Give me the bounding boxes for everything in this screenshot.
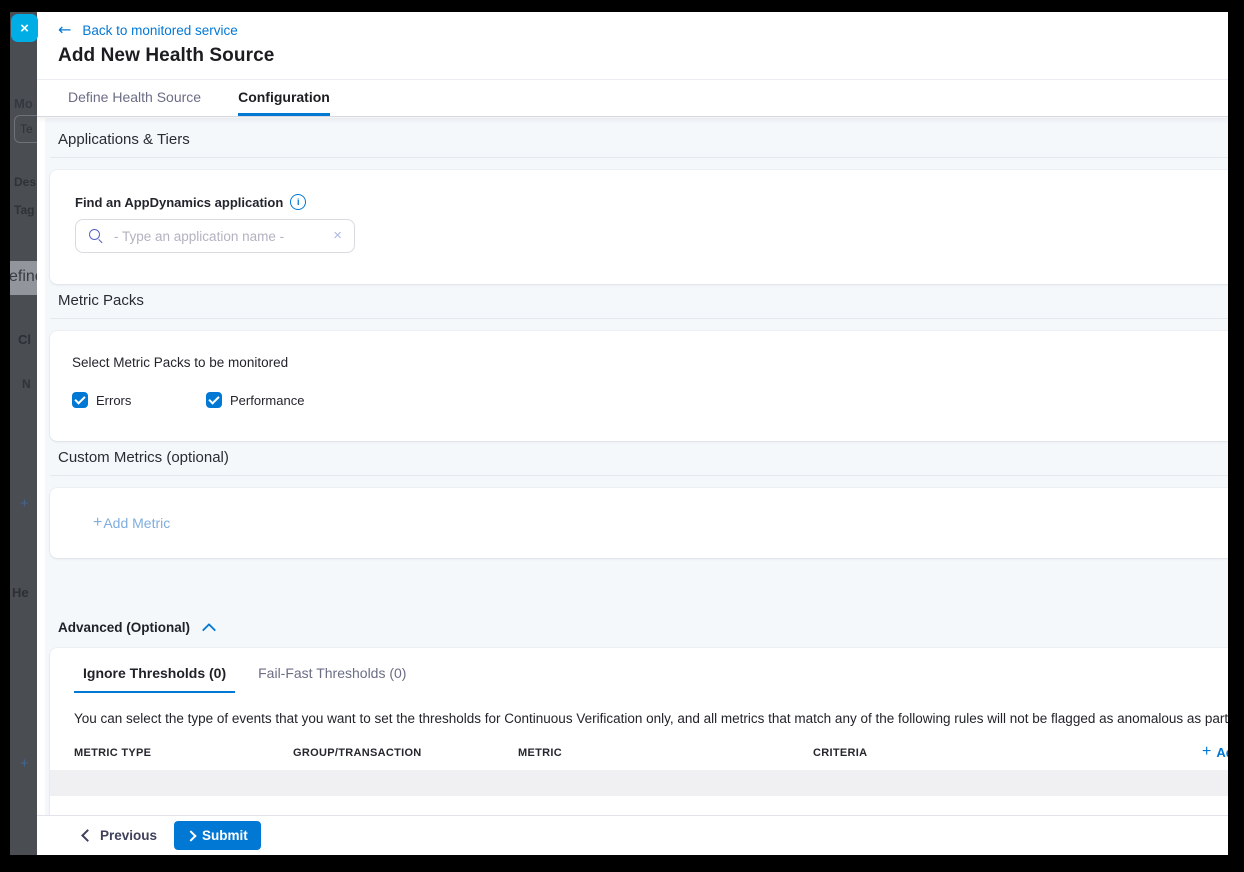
metric-packs-card: Select Metric Packs to be monitored Erro… (50, 331, 1244, 441)
applications-tiers-card: Find an AppDynamics application i × (50, 170, 1244, 284)
info-icon[interactable]: i (290, 194, 306, 210)
checkbox-checked-icon[interactable] (72, 392, 88, 408)
checkbox-option-errors[interactable]: Errors (72, 392, 206, 408)
underlay-text-fragment: Des (14, 175, 36, 189)
advanced-heading-label: Advanced (Optional) (58, 620, 190, 635)
previous-button[interactable]: Previous (83, 828, 157, 843)
checkbox-checked-icon[interactable] (206, 392, 222, 408)
add-health-source-drawer: ← Back to monitored service Add New Heal… (37, 12, 1244, 855)
underlay-plus-fragment: + (20, 755, 29, 772)
underlay-text-fragment: N (22, 377, 31, 391)
drawer-tab-bar: Define Health Source Configuration (37, 79, 1244, 117)
checkbox-label: Errors (96, 393, 131, 408)
tab-ignore-thresholds[interactable]: Ignore Thresholds (0) (74, 665, 235, 693)
add-metric-label: Add Metric (103, 515, 170, 531)
add-metric-button[interactable]: + Add Metric (93, 514, 170, 532)
underlay-text-fragment: efine (10, 268, 37, 286)
metric-packs-subtitle: Select Metric Packs to be monitored (72, 355, 1244, 370)
search-icon (88, 228, 104, 244)
metric-packs-heading: Metric Packs (50, 292, 1244, 319)
underlay-text-fragment: He (12, 585, 29, 600)
back-arrow-icon: ← (58, 22, 71, 38)
application-search-box: × (75, 219, 355, 253)
clear-search-icon[interactable]: × (333, 229, 342, 243)
submit-label: Submit (202, 828, 248, 843)
application-search-input[interactable] (112, 228, 333, 245)
find-application-label-text: Find an AppDynamics application (75, 195, 283, 210)
thresholds-empty-row (50, 770, 1244, 796)
underlay-input-fragment: Te (14, 115, 37, 143)
window-frame-right (1228, 0, 1244, 872)
underlay-text-fragment: Mo (14, 96, 33, 111)
column-header-metric-type: METRIC TYPE (74, 747, 293, 759)
plus-icon: + (1202, 743, 1211, 761)
close-icon: × (20, 20, 29, 37)
thresholds-tab-bar: Ignore Thresholds (0) Fail-Fast Threshol… (50, 648, 1244, 693)
custom-metrics-card: + Add Metric (50, 488, 1244, 558)
check-icon (74, 393, 85, 404)
checkbox-option-performance[interactable]: Performance (206, 392, 340, 408)
underlay-light-band: efine (10, 261, 37, 295)
underlay-plus-fragment: + (20, 495, 29, 512)
drawer-footer: Previous Submit (37, 815, 1244, 855)
dimmed-background-page: Mo Te Des Tag efine Cl N + He + (10, 12, 37, 855)
plus-icon: + (93, 514, 102, 532)
thresholds-description: You can select the type of events that y… (74, 709, 1244, 728)
chevron-left-icon (81, 829, 94, 842)
chevron-up-icon (202, 622, 216, 636)
column-header-group-transaction: GROUP/TRANSACTION (293, 747, 518, 759)
previous-label: Previous (100, 828, 157, 843)
find-application-label: Find an AppDynamics application i (75, 194, 1244, 210)
screenshot-root: { "window": { "close_icon": "×" }, "unde… (0, 0, 1244, 872)
checkbox-label: Performance (230, 393, 304, 408)
column-header-criteria: CRITERIA (813, 747, 867, 759)
tab-configuration[interactable]: Configuration (238, 80, 330, 116)
submit-button[interactable]: Submit (174, 821, 261, 850)
configuration-scroll-area[interactable]: Applications & Tiers Find an AppDynamics… (45, 118, 1244, 815)
drawer-header: ← Back to monitored service Add New Heal… (37, 12, 1244, 67)
advanced-optional-toggle[interactable]: Advanced (Optional) (58, 620, 214, 635)
underlay-text-fragment: Tag (14, 203, 34, 217)
column-header-metric: METRIC (518, 747, 813, 759)
back-link-label: Back to monitored service (82, 23, 237, 38)
custom-metrics-heading: Custom Metrics (optional) (50, 449, 1244, 476)
tab-fail-fast-thresholds[interactable]: Fail-Fast Thresholds (0) (249, 665, 415, 693)
back-to-monitored-service-link[interactable]: ← Back to monitored service (58, 22, 238, 38)
check-icon (208, 393, 219, 404)
chevron-right-icon (185, 830, 196, 841)
page-title: Add New Health Source (58, 45, 1244, 67)
tab-define-health-source[interactable]: Define Health Source (68, 80, 201, 116)
applications-tiers-heading: Applications & Tiers (50, 131, 1244, 158)
metric-packs-options: Errors Performance (72, 392, 1244, 408)
thresholds-table-header: METRIC TYPE GROUP/TRANSACTION METRIC CRI… (74, 745, 1244, 761)
underlay-text-fragment: Cl (18, 332, 31, 347)
thresholds-card: Ignore Thresholds (0) Fail-Fast Threshol… (50, 648, 1244, 815)
close-drawer-button[interactable]: × (11, 14, 38, 42)
